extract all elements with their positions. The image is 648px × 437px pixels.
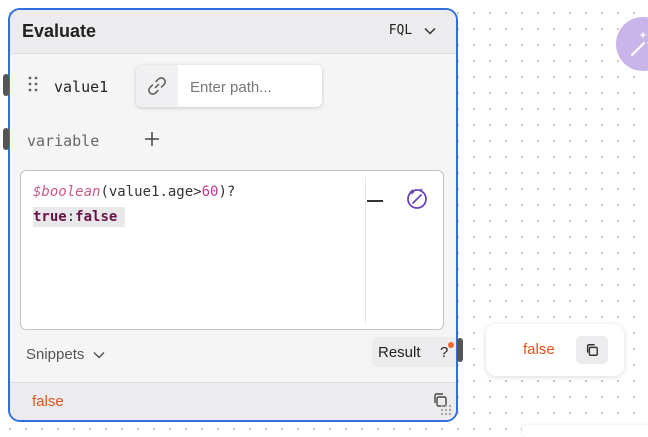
drag-handle-icon[interactable] <box>28 76 38 92</box>
result-help: ? <box>440 344 449 361</box>
path-input-group <box>136 65 322 107</box>
code-line-2: true:false <box>33 205 235 230</box>
node-footer: false <box>10 382 456 420</box>
node-header: Evaluate FQL <box>10 10 456 54</box>
evaluate-node[interactable]: Evaluate FQL value1 variable $boolean(va… <box>8 8 458 422</box>
code-editor[interactable]: $boolean(value1.age>60)? true:false <box>20 170 444 330</box>
output-connector-handle[interactable] <box>457 338 463 362</box>
ai-assistant-button[interactable] <box>616 17 648 71</box>
language-label: FQL <box>388 23 413 38</box>
chevron-down-icon <box>424 27 436 35</box>
variable-connector-handle[interactable] <box>3 128 9 150</box>
adjacent-node-edge <box>522 425 648 437</box>
input-connector-handle[interactable] <box>3 74 9 96</box>
code-content[interactable]: $boolean(value1.age>60)? true:false <box>33 180 235 230</box>
status-dot <box>448 342 454 348</box>
copy-result-button[interactable] <box>576 336 608 364</box>
result-popover: false <box>486 324 624 376</box>
language-select[interactable]: FQL <box>389 23 436 38</box>
output-value: false <box>32 393 64 410</box>
resize-grip-icon[interactable] <box>440 404 452 416</box>
snippets-label: Snippets <box>26 346 85 363</box>
path-input[interactable] <box>188 75 317 99</box>
node-title: Evaluate <box>22 21 97 41</box>
copy-icon <box>586 344 598 356</box>
result-label: Result <box>378 344 421 361</box>
result-value: false <box>523 341 555 358</box>
magic-wand-icon <box>630 31 648 57</box>
link-button[interactable] <box>136 65 178 107</box>
input-name: value1 <box>54 78 109 96</box>
magic-wand-icon[interactable] <box>405 186 429 210</box>
variable-label: variable <box>27 132 100 150</box>
snippets-toggle[interactable]: Snippets <box>26 346 105 363</box>
editor-divider <box>365 177 366 323</box>
collapse-icon[interactable] <box>367 200 383 202</box>
result-button[interactable]: Result ? <box>372 337 456 367</box>
chevron-down-icon <box>93 352 105 359</box>
code-line-1: $boolean(value1.age>60)? <box>33 184 236 200</box>
plus-icon[interactable] <box>143 130 161 148</box>
link-icon <box>148 77 166 95</box>
